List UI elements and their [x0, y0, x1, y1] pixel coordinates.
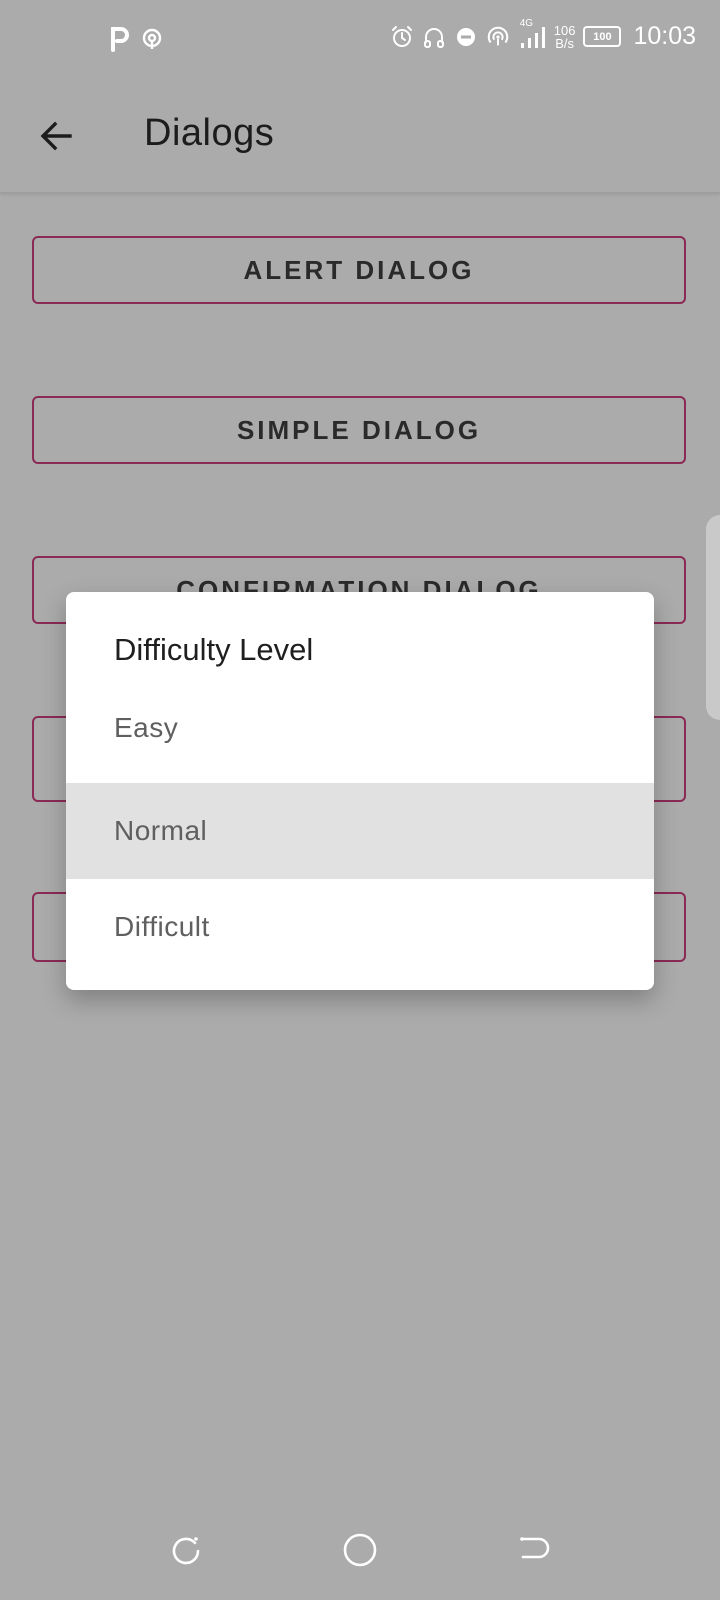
navigation-bar [0, 1500, 720, 1600]
net-speed: 106 B/s [554, 24, 576, 50]
home-button[interactable] [338, 1528, 382, 1572]
status-left-icons [108, 26, 164, 52]
back-nav-icon [520, 1537, 550, 1559]
page-title: Dialogs [144, 112, 275, 154]
network-type-label: 4G [519, 17, 534, 29]
hotspot-icon [140, 26, 164, 52]
status-right-icons: 4G 106 B/s 100 10:03 [390, 18, 696, 51]
dialog-title: Difficulty Level [114, 632, 314, 667]
option-normal[interactable]: Normal [66, 783, 654, 879]
net-speed-unit: B/s [555, 35, 574, 51]
headset-icon [422, 24, 446, 50]
difficulty-dialog: Difficulty Level Easy Normal Difficult [66, 592, 654, 990]
app-bar: Dialogs [0, 82, 720, 193]
option-difficult[interactable]: Difficult [66, 879, 654, 975]
edge-panel-handle[interactable] [706, 515, 720, 720]
signal-icon: 4G [518, 18, 546, 50]
status-time: 10:03 [633, 22, 696, 50]
option-easy[interactable]: Easy [66, 680, 654, 776]
recents-icon [172, 1537, 200, 1565]
alert-dialog-button[interactable]: ALERT DIALOG [32, 236, 686, 304]
simple-dialog-button[interactable]: SIMPLE DIALOG [32, 396, 686, 464]
recents-button[interactable] [164, 1528, 208, 1572]
parking-icon [108, 26, 132, 52]
battery-icon: 100 [583, 26, 622, 47]
back-button[interactable] [32, 112, 80, 160]
arrow-left-icon [40, 121, 72, 151]
home-icon [343, 1533, 377, 1567]
back-nav-button[interactable] [512, 1528, 556, 1572]
status-bar: 4G 106 B/s 100 10:03 [0, 0, 720, 82]
alarm-icon [390, 24, 414, 50]
battery-level: 100 [593, 30, 612, 43]
dnd-icon [454, 24, 478, 50]
net-speed-value: 106 [553, 22, 576, 38]
hotspot-signal-icon [486, 24, 510, 50]
